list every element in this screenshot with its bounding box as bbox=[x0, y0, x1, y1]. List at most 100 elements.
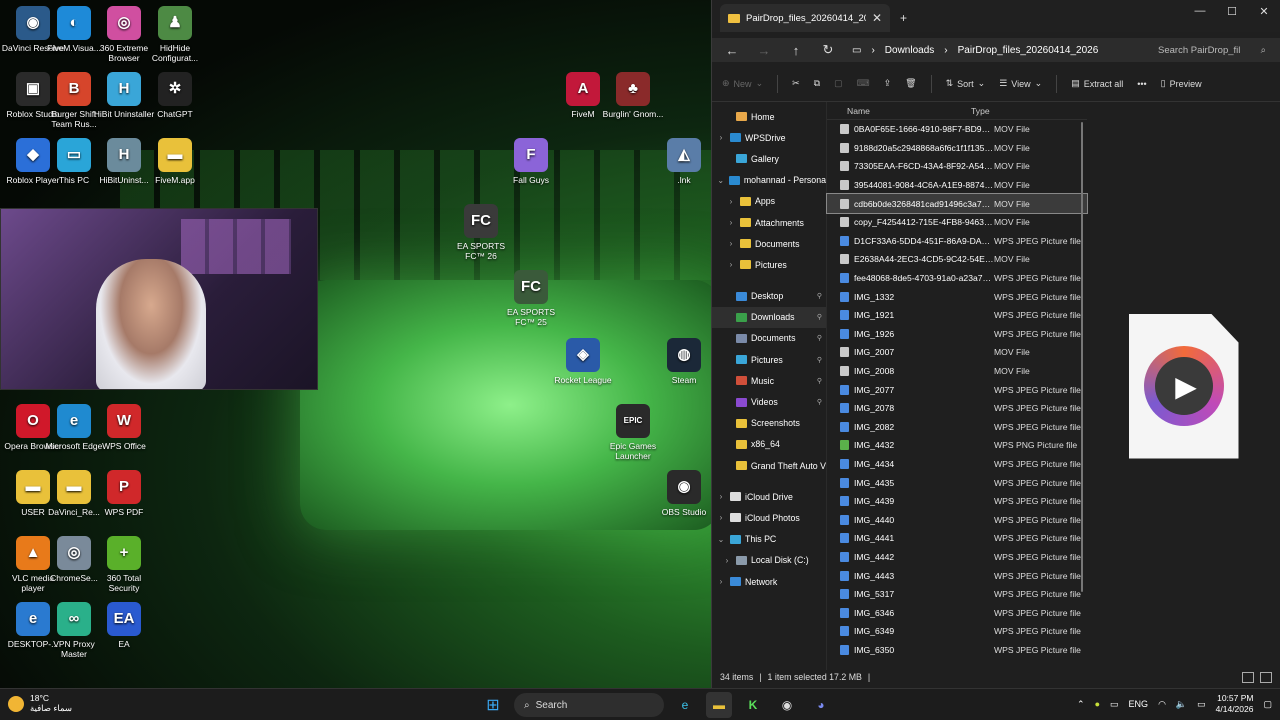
chevron-icon[interactable]: ⌄ bbox=[716, 535, 726, 544]
desktop-icon-epic-games-launcher[interactable]: EPIC Epic Games Launcher bbox=[600, 404, 666, 461]
nav-item-documents[interactable]: Documents ⚲ bbox=[712, 328, 826, 349]
close-button[interactable]: ✕ bbox=[1248, 0, 1280, 22]
desktop-icon-hidhide-configurat[interactable]: ♟ HidHide Configurat... bbox=[142, 6, 208, 63]
obs-icon[interactable]: ◉ bbox=[774, 692, 800, 718]
file-row[interactable]: 73305EAA-F6CD-43A4-8F92-A547F... MOV File bbox=[827, 157, 1087, 176]
discord-icon[interactable]: ◕ bbox=[808, 692, 834, 718]
windows-start-icon[interactable]: ⊞ bbox=[480, 692, 506, 718]
notification-icon[interactable]: ▢ bbox=[1263, 699, 1272, 710]
file-row[interactable]: E2638A44-2EC3-4CD5-9C42-54E05... MOV File bbox=[827, 250, 1087, 269]
cut-icon[interactable]: ✂ bbox=[792, 78, 800, 89]
desktop-icon-steam[interactable]: ◍ Steam bbox=[651, 338, 717, 385]
file-row[interactable]: IMG_6349 WPS JPEG Picture file bbox=[827, 622, 1087, 641]
address-bar[interactable]: ▭ › Downloads › PairDrop_files_20260414_… bbox=[848, 39, 1144, 61]
nav-item-wpsdrive[interactable]: › WPSDrive bbox=[712, 127, 826, 148]
nav-item-desktop[interactable]: Desktop ⚲ bbox=[712, 286, 826, 307]
file-row[interactable]: copy_F4254412-715E-4FB8-9463-16... MOV Fi… bbox=[827, 213, 1087, 232]
chevron-up-icon[interactable]: ⌃ bbox=[1077, 699, 1085, 710]
desktop-icon-fivem-app[interactable]: ▬ FiveM.app bbox=[142, 138, 208, 185]
file-row[interactable]: fee48068-8de5-4703-91a0-a23a7e3... WPS JP… bbox=[827, 269, 1087, 288]
view-button[interactable]: ☰ View ⌄ bbox=[999, 78, 1042, 89]
file-row[interactable]: IMG_2078 WPS JPEG Picture file bbox=[827, 399, 1087, 418]
desktop-icon-wps-office[interactable]: W WPS Office bbox=[91, 404, 157, 451]
tiles-view-icon[interactable] bbox=[1260, 671, 1272, 683]
taskbar-search[interactable]: ⌕ Search bbox=[514, 693, 664, 717]
chevron-icon[interactable]: › bbox=[722, 556, 732, 565]
nav-item-screenshots[interactable]: Screenshots bbox=[712, 413, 826, 434]
nav-item-this-pc[interactable]: ⌄ This PC bbox=[712, 529, 826, 550]
preview-button[interactable]: ▯ Preview bbox=[1161, 78, 1202, 89]
new-button[interactable]: ⊕ New ⌄ bbox=[722, 78, 763, 89]
volume-icon[interactable]: 🔈 bbox=[1176, 699, 1187, 710]
wifi-icon[interactable]: ◠ bbox=[1158, 699, 1166, 710]
kick-icon[interactable]: K bbox=[740, 692, 766, 718]
nav-item-local-disk-c[interactable]: › Local Disk (C:) bbox=[712, 550, 826, 571]
search-input[interactable]: Search PairDrop_fil ⌕ bbox=[1152, 39, 1272, 61]
battery-icon[interactable]: ▭ bbox=[1197, 699, 1206, 710]
tray-app-icon[interactable]: ● bbox=[1095, 699, 1100, 709]
file-row[interactable]: D1CF33A6-5DD4-451F-86A9-DAEA... WPS JPEG … bbox=[827, 232, 1087, 251]
file-row[interactable]: IMG_2077 WPS JPEG Picture file bbox=[827, 380, 1087, 399]
scrollbar[interactable] bbox=[1081, 122, 1083, 592]
weather-widget[interactable]: 18°C سماء صافية bbox=[8, 693, 72, 714]
file-row[interactable]: 39544081-9084-4C6A-A1E9-8874D... MOV File bbox=[827, 176, 1087, 195]
chevron-icon[interactable]: › bbox=[726, 260, 736, 269]
breadcrumb-downloads[interactable]: Downloads bbox=[885, 45, 934, 56]
desktop-icon-rocket-league[interactable]: ◈ Rocket League bbox=[550, 338, 616, 385]
file-row[interactable]: IMG_1921 WPS JPEG Picture file bbox=[827, 306, 1087, 325]
file-row[interactable]: IMG_4439 WPS JPEG Picture file bbox=[827, 492, 1087, 511]
file-explorer-icon[interactable]: ▬ bbox=[706, 692, 732, 718]
copy-icon[interactable]: ⧉ bbox=[814, 78, 820, 89]
nav-item-pictures[interactable]: › Pictures bbox=[712, 254, 826, 275]
column-name[interactable]: Name bbox=[827, 106, 971, 116]
tray-app-icon[interactable]: ▭ bbox=[1110, 699, 1119, 710]
more-options-button[interactable]: ••• bbox=[1137, 79, 1146, 89]
language-indicator[interactable]: ENG bbox=[1129, 699, 1149, 709]
nav-item-home[interactable]: Home bbox=[712, 106, 826, 127]
nav-item-apps[interactable]: › Apps bbox=[712, 191, 826, 212]
file-row[interactable]: IMG_6350 WPS JPEG Picture file bbox=[827, 641, 1087, 660]
file-row[interactable]: IMG_1926 WPS JPEG Picture file bbox=[827, 325, 1087, 344]
new-tab-icon[interactable]: + bbox=[900, 11, 907, 25]
file-row[interactable]: IMG_4435 WPS JPEG Picture file bbox=[827, 473, 1087, 492]
breadcrumb-pairdrop[interactable]: PairDrop_files_20260414_2026 bbox=[958, 45, 1099, 56]
nav-item-pictures[interactable]: Pictures ⚲ bbox=[712, 349, 826, 370]
desktop-icon-ea-sports-fc-25[interactable]: FC EA SPORTS FC™ 25 bbox=[498, 270, 564, 327]
nav-item-videos[interactable]: Videos ⚲ bbox=[712, 391, 826, 412]
file-row[interactable]: 0BA0F65E-1666-4910-98F7-BD920D... MOV Fil… bbox=[827, 120, 1087, 139]
edge-icon[interactable]: e bbox=[672, 692, 698, 718]
file-row[interactable]: IMG_4432 WPS PNG Picture file bbox=[827, 436, 1087, 455]
minimize-button[interactable]: — bbox=[1184, 0, 1216, 22]
desktop-icon-chatgpt[interactable]: ✲ ChatGPT bbox=[142, 72, 208, 119]
chevron-icon[interactable]: › bbox=[716, 492, 726, 501]
tab-pairdrop[interactable]: PairDrop_files_20260414_2026 ✕ bbox=[720, 4, 890, 32]
chevron-icon[interactable]: › bbox=[726, 218, 736, 227]
nav-item-documents[interactable]: › Documents bbox=[712, 233, 826, 254]
desktop-icon-obs-studio[interactable]: ◉ OBS Studio bbox=[651, 470, 717, 517]
nav-item-icloud-photos[interactable]: › iCloud Photos bbox=[712, 507, 826, 528]
nav-item-downloads[interactable]: Downloads ⚲ bbox=[712, 306, 826, 328]
delete-icon[interactable]: 🗑 bbox=[905, 78, 916, 89]
paste-icon[interactable]: ▢ bbox=[834, 78, 843, 89]
desktop-icon-fall-guys[interactable]: F Fall Guys bbox=[498, 138, 564, 185]
desktop-icon-ea-sports-fc-26[interactable]: FC EA SPORTS FC™ 26 bbox=[448, 204, 514, 261]
nav-item-attachments[interactable]: › Attachments bbox=[712, 212, 826, 233]
desktop-icon-burglin-gnom[interactable]: ♣ Burglin' Gnom... bbox=[600, 72, 666, 119]
rename-icon[interactable]: ⌨ bbox=[857, 78, 870, 89]
desktop-icon-lnk[interactable]: ◭ .lnk bbox=[651, 138, 717, 185]
chevron-icon[interactable]: › bbox=[726, 239, 736, 248]
nav-item-x86-64[interactable]: x86_64 bbox=[712, 434, 826, 455]
chevron-icon[interactable]: › bbox=[716, 577, 726, 586]
chevron-icon[interactable]: › bbox=[726, 197, 736, 206]
file-row[interactable]: IMG_1332 WPS JPEG Picture file bbox=[827, 287, 1087, 306]
tab-close-icon[interactable]: ✕ bbox=[872, 11, 882, 25]
file-row[interactable]: IMG_2008 MOV File bbox=[827, 362, 1087, 381]
maximize-button[interactable]: ☐ bbox=[1216, 0, 1248, 22]
nav-item-network[interactable]: › Network bbox=[712, 571, 826, 592]
file-row[interactable]: IMG_5317 WPS JPEG Picture file bbox=[827, 585, 1087, 604]
chevron-icon[interactable]: › bbox=[716, 133, 726, 142]
file-row[interactable]: IMG_2007 MOV File bbox=[827, 343, 1087, 362]
extract-all-button[interactable]: ▤ Extract all bbox=[1071, 78, 1123, 89]
file-row[interactable]: IMG_2082 WPS JPEG Picture file bbox=[827, 418, 1087, 437]
file-row[interactable]: IMG_4434 WPS JPEG Picture file bbox=[827, 455, 1087, 474]
